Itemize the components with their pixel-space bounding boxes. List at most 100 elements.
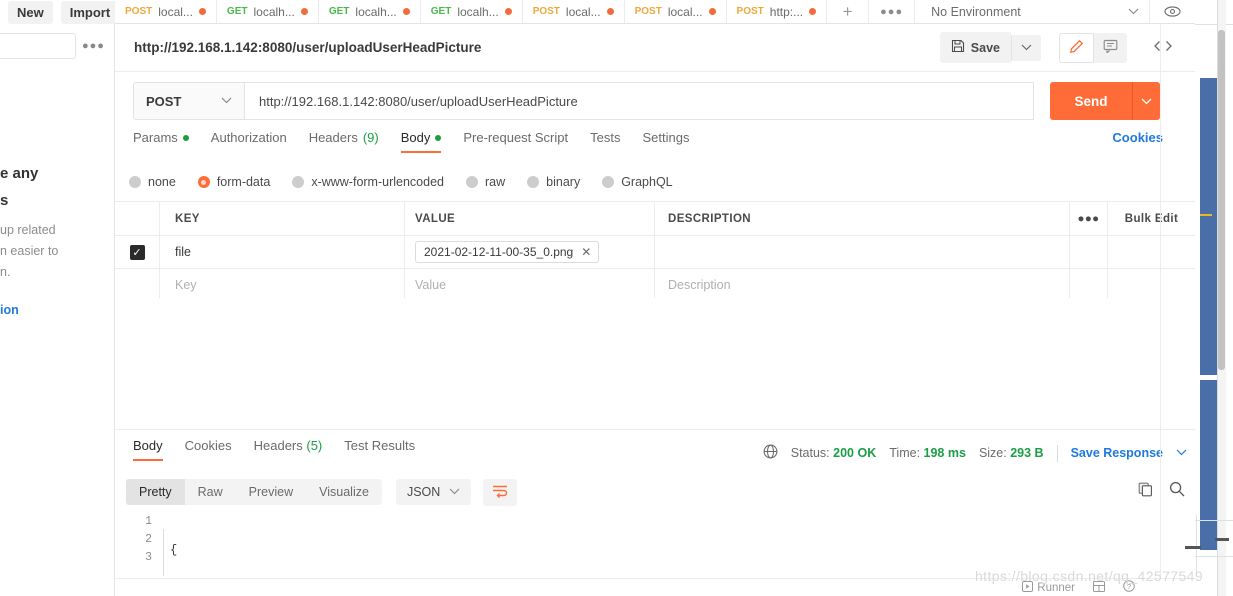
request-tab-active[interactable]: POST http:...: [726, 0, 828, 23]
empty-options-cell: [1070, 269, 1108, 301]
request-tab[interactable]: GET localh...: [217, 0, 319, 23]
page-title: http://192.168.1.142:8080/user/uploadUse…: [134, 40, 482, 55]
edit-mode-button[interactable]: [1059, 32, 1094, 63]
tab-params-label: Params: [133, 130, 178, 145]
http-method-select[interactable]: POST: [133, 82, 245, 120]
unsaved-dot-icon: [198, 8, 206, 15]
unsaved-dot-icon: [708, 8, 716, 15]
table-row: ✓ file 2021-02-12-11-00-35_0.png ✕: [115, 236, 1195, 269]
body-type-graphql[interactable]: GraphQL: [602, 175, 673, 189]
response-body-code[interactable]: 1 2 3 { "message": "success", "url": "ht…: [115, 513, 1195, 576]
request-tab[interactable]: GET localh...: [319, 0, 421, 23]
line-number: 3: [145, 551, 152, 564]
chevron-down-icon: [221, 96, 232, 107]
response-tab-body[interactable]: Body: [133, 438, 163, 461]
tab-pre-request-script[interactable]: Pre-request Script: [463, 130, 568, 153]
bg-blue-panel-top: [1200, 78, 1217, 375]
layout-icon: [1093, 580, 1105, 595]
sidebar-heading-line1: e any: [0, 165, 39, 182]
row-description-cell[interactable]: [655, 236, 1070, 268]
tab-headers[interactable]: Headers (9): [309, 130, 379, 153]
body-type-none[interactable]: none: [129, 175, 176, 189]
save-options-button[interactable]: [1011, 34, 1041, 61]
view-raw-button[interactable]: Raw: [185, 479, 236, 505]
body-type-urlencoded[interactable]: x-www-form-urlencoded: [292, 175, 444, 189]
globe-icon: [763, 444, 778, 462]
code-scrollbar-thumb[interactable]: [1185, 546, 1201, 549]
radio-icon: [527, 176, 540, 188]
empty-key-cell[interactable]: Key: [160, 269, 405, 301]
time-label: Time: 198 ms: [889, 446, 966, 460]
comment-button[interactable]: [1094, 34, 1127, 61]
tab-method: GET: [430, 6, 452, 17]
new-tab-button[interactable]: +: [827, 0, 870, 23]
remove-file-icon[interactable]: ✕: [581, 245, 591, 259]
sidebar-more-icon[interactable]: ●●●: [82, 40, 105, 52]
request-tab[interactable]: POST local...: [523, 0, 625, 23]
save-button[interactable]: Save: [939, 32, 1011, 63]
response-tab-cookies[interactable]: Cookies: [185, 438, 232, 461]
checkbox-checked-icon[interactable]: ✓: [129, 244, 145, 260]
response-format-value: JSON: [406, 485, 441, 499]
eye-icon[interactable]: [1149, 0, 1195, 23]
chevron-down-icon[interactable]: [1176, 448, 1187, 459]
help-button[interactable]: ?: [1123, 580, 1135, 595]
view-visualize-button[interactable]: Visualize: [306, 479, 382, 505]
file-chip[interactable]: 2021-02-12-11-00-35_0.png ✕: [415, 241, 600, 263]
tab-options-icon[interactable]: ●●●: [869, 0, 916, 23]
view-pretty-button[interactable]: Pretty: [126, 479, 185, 505]
search-icon[interactable]: [1169, 481, 1185, 500]
row-checkbox-cell[interactable]: ✓: [115, 236, 160, 268]
comment-icon: [1103, 39, 1118, 56]
table-options-icon[interactable]: ●●●: [1070, 202, 1108, 235]
help-icon: ?: [1123, 580, 1135, 595]
runner-button[interactable]: Runner: [1022, 580, 1075, 595]
request-tab[interactable]: POST local...: [625, 0, 727, 23]
view-preview-button[interactable]: Preview: [236, 479, 306, 505]
new-button[interactable]: New: [8, 0, 53, 24]
code-scrollbar-region[interactable]: [1196, 515, 1197, 575]
sidebar-doc-link[interactable]: ion: [0, 303, 115, 317]
body-type-binary[interactable]: binary: [527, 175, 580, 189]
body-type-raw[interactable]: raw: [466, 175, 505, 189]
response-tab-test-results[interactable]: Test Results: [344, 438, 415, 461]
word-wrap-button[interactable]: [483, 478, 518, 506]
cookies-link[interactable]: Cookies: [1112, 130, 1163, 145]
tab-tests[interactable]: Tests: [590, 130, 620, 153]
empty-description-cell[interactable]: Description: [655, 269, 1070, 301]
request-tab-bar: POST local... GET localh... GET localh..…: [115, 0, 1195, 24]
row-key-cell[interactable]: file: [160, 236, 405, 268]
tab-settings[interactable]: Settings: [642, 130, 689, 153]
empty-value-cell[interactable]: Value: [405, 269, 655, 301]
response-tab-headers[interactable]: Headers (5): [254, 438, 323, 461]
send-button[interactable]: Send: [1050, 82, 1132, 120]
send-options-button[interactable]: [1132, 82, 1160, 120]
url-input[interactable]: http://192.168.1.142:8080/user/uploadUse…: [245, 82, 1034, 120]
layout-button[interactable]: [1093, 580, 1105, 595]
bulk-edit-button[interactable]: Bulk Edit: [1108, 202, 1195, 235]
right-pane-divider: [1160, 24, 1161, 578]
tab-authorization[interactable]: Authorization: [211, 130, 287, 153]
tab-params[interactable]: Params: [133, 130, 189, 153]
radio-icon: [292, 176, 305, 188]
body-type-form-data[interactable]: form-data: [197, 175, 270, 189]
import-button[interactable]: Import: [60, 0, 120, 24]
bg-divider-3: [1195, 556, 1233, 557]
body-type-raw-label: raw: [485, 175, 506, 189]
request-tab[interactable]: POST local...: [115, 0, 217, 23]
description-placeholder: Description: [668, 278, 731, 292]
body-type-graphql-label: GraphQL: [621, 175, 673, 189]
pencil-icon: [1069, 39, 1084, 57]
response-format-select[interactable]: JSON: [395, 479, 472, 505]
environment-selector[interactable]: No Environment: [915, 0, 1195, 23]
copy-icon[interactable]: [1138, 482, 1153, 500]
request-tab[interactable]: GET localh...: [421, 0, 523, 23]
empty-checkbox-cell[interactable]: [115, 269, 160, 301]
row-value-cell[interactable]: 2021-02-12-11-00-35_0.png ✕: [405, 236, 655, 268]
search-input[interactable]: [0, 33, 76, 59]
tab-body[interactable]: Body: [400, 130, 442, 153]
code-snippet-button[interactable]: [1145, 39, 1181, 56]
bg-scrollbar-thumb[interactable]: [1218, 30, 1225, 370]
response-tab-headers-count: (5): [306, 438, 323, 453]
save-response-button[interactable]: Save Response: [1071, 446, 1163, 460]
